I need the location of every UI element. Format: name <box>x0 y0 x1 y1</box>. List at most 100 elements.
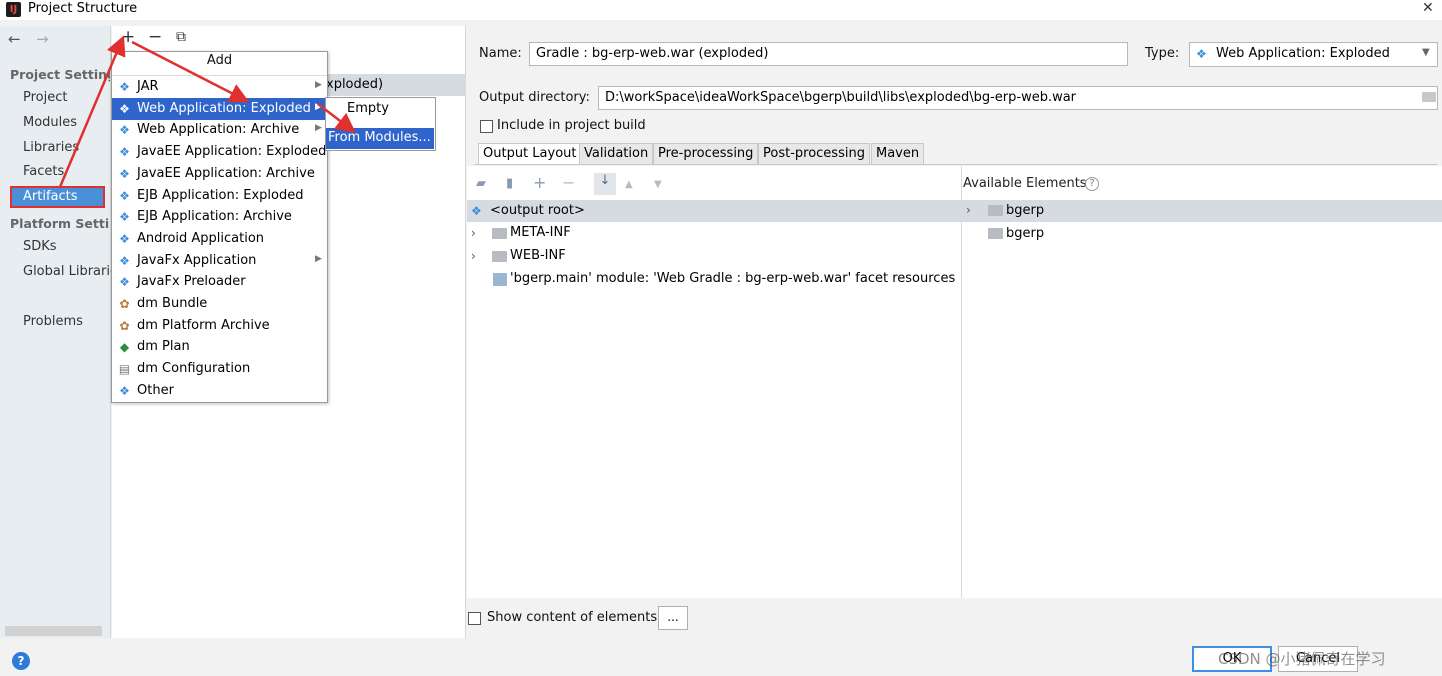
move-up-icon[interactable]: ▲ <box>625 179 633 190</box>
menu-item-label: dm Platform Archive <box>137 317 270 333</box>
available-item-bgerp-module[interactable]: bgerp <box>1006 203 1044 218</box>
browse-folder-icon[interactable] <box>1422 92 1436 102</box>
tree-item-output-root[interactable]: <output root> <box>490 203 585 218</box>
output-directory-input[interactable]: D:\workSpace\ideaWorkSpace\bgerp\build\l… <box>598 86 1438 110</box>
submenu-item-from-modules[interactable]: From Modules... <box>326 128 434 149</box>
folder-icon <box>492 251 507 262</box>
tab-output-layout[interactable]: Output Layout <box>478 143 582 165</box>
sort-elements-icon[interactable]: ↓ <box>594 173 616 195</box>
menu-item-android-application[interactable]: ❖ Android Application <box>112 228 327 250</box>
artifact-list-item-label: xploded) <box>326 77 384 92</box>
expand-arrow-icon[interactable]: › <box>966 203 971 217</box>
chevron-down-icon[interactable]: ▼ <box>1422 47 1430 58</box>
nav-item-global-libraries[interactable]: Global Libraries <box>23 264 111 279</box>
remove-artifact-button[interactable]: − <box>148 27 162 47</box>
menu-item-dm-configuration[interactable]: ▤ dm Configuration <box>112 358 327 380</box>
help-button[interactable]: ? <box>12 652 30 670</box>
artifact-name-input[interactable]: Gradle : bg-erp-web.war (exploded) <box>529 42 1128 66</box>
diamond-icon: ❖ <box>119 80 130 94</box>
menu-item-label: Android Application <box>137 230 265 246</box>
nav-item-modules[interactable]: Modules <box>23 115 77 130</box>
copy-artifact-button[interactable]: ⧉ <box>176 27 186 47</box>
javaee-icon: ❖ <box>119 145 130 160</box>
javaee-icon: ❖ <box>119 166 130 181</box>
expand-arrow-icon[interactable]: › <box>471 249 476 263</box>
menu-item-web-application-archive[interactable]: ❖ Web Application: Archive ▶ <box>112 119 327 141</box>
include-in-build-checkbox[interactable] <box>480 120 493 133</box>
submenu-arrow-icon: ▶ <box>315 123 322 134</box>
tab-validation[interactable]: Validation <box>579 143 654 165</box>
show-content-options-button[interactable]: ... <box>658 606 688 630</box>
tab-post-processing[interactable]: Post-processing <box>758 143 870 165</box>
platform-settings-header: Platform Settings <box>10 216 110 231</box>
nav-item-artifacts[interactable]: Artifacts <box>23 189 78 204</box>
type-label: Type: <box>1145 46 1180 61</box>
submenu-arrow-icon: ▶ <box>315 80 322 90</box>
web-exploded-icon: ❖ <box>1196 47 1207 61</box>
tree-item-facet-resources[interactable]: 'bgerp.main' module: 'Web Gradle : bg-er… <box>510 271 955 286</box>
move-down-icon[interactable]: ▼ <box>654 179 662 190</box>
menu-item-jar[interactable]: ❖ JAR ▶ <box>112 76 327 98</box>
menu-item-javaee-application-archive[interactable]: ❖ JavaEE Application: Archive <box>112 163 327 185</box>
nav-item-problems[interactable]: Problems <box>23 314 83 329</box>
menu-item-label: dm Plan <box>137 339 190 355</box>
expand-arrow-icon[interactable]: › <box>471 226 476 240</box>
menu-item-ejb-application-archive[interactable]: ❖ EJB Application: Archive <box>112 206 327 228</box>
back-arrow-icon[interactable]: ← <box>8 30 21 48</box>
menu-item-javaee-application-exploded[interactable]: ❖ JavaEE Application: Exploded <box>112 141 327 163</box>
menu-item-javafx-preloader[interactable]: ❖ JavaFx Preloader <box>112 271 327 293</box>
nav-item-sdks[interactable]: SDKs <box>23 239 57 254</box>
android-icon: ❖ <box>119 231 130 246</box>
diamond-icon: ❖ <box>119 123 130 138</box>
platform-archive-icon: ✿ <box>119 318 130 333</box>
javafx-icon: ❖ <box>119 275 130 290</box>
window-title: Project Structure <box>28 1 138 16</box>
menu-item-label: Web Application: Archive <box>137 122 300 138</box>
project-settings-header: Project Settings <box>10 67 110 82</box>
menu-item-label: JavaFx Preloader <box>137 274 246 290</box>
horizontal-scrollbar[interactable] <box>5 626 102 636</box>
layout-divider[interactable] <box>961 166 962 598</box>
menu-item-dm-plan[interactable]: ◆ dm Plan <box>112 336 327 358</box>
menu-item-ejb-application-exploded[interactable]: ❖ EJB Application: Exploded <box>112 185 327 207</box>
nav-item-project[interactable]: Project <box>23 90 67 105</box>
menu-item-javafx-application[interactable]: ❖ JavaFx Application ▶ <box>112 250 327 272</box>
module-output-icon <box>988 228 1003 239</box>
submenu-item-empty[interactable]: Empty <box>347 101 389 116</box>
tree-item-meta-inf[interactable]: META-INF <box>510 225 571 240</box>
title-bar <box>0 0 1442 20</box>
module-folder-icon <box>988 205 1003 216</box>
include-in-build-label: Include in project build <box>497 118 646 133</box>
tabs-baseline <box>474 164 1438 165</box>
add-copy-of-icon[interactable]: + <box>533 173 546 192</box>
new-directory-icon[interactable]: ▰ <box>476 176 486 191</box>
menu-item-dm-bundle[interactable]: ✿ dm Bundle <box>112 293 327 315</box>
submenu-arrow-icon: ▶ <box>315 101 322 112</box>
menu-item-label: EJB Application: Archive <box>137 209 292 225</box>
forward-arrow-icon[interactable]: → <box>36 30 49 48</box>
available-item-bgerp-output[interactable]: bgerp <box>1006 226 1044 241</box>
close-icon[interactable]: ✕ <box>1422 0 1434 16</box>
add-artifact-button[interactable]: + <box>121 27 135 47</box>
popup-title: Add <box>206 53 233 68</box>
nav-item-facets[interactable]: Facets <box>23 164 64 179</box>
remove-element-icon[interactable]: − <box>562 173 575 192</box>
nav-item-libraries[interactable]: Libraries <box>23 140 79 155</box>
show-content-checkbox[interactable] <box>468 612 481 625</box>
menu-item-other[interactable]: ❖ Other <box>112 380 327 402</box>
output-root-icon: ❖ <box>471 204 482 218</box>
intellij-app-icon: IJ <box>6 2 21 17</box>
csdn-watermark: CSDN @小猪佩奇在学习 <box>1218 650 1386 668</box>
help-question-icon[interactable]: ? <box>1085 177 1099 191</box>
menu-item-web-application-exploded[interactable]: ❖ Web Application: Exploded ▶ <box>112 97 327 120</box>
tab-maven[interactable]: Maven <box>871 143 925 165</box>
output-layout-area <box>467 166 1442 598</box>
menu-item-label: dm Bundle <box>137 296 208 311</box>
tree-item-web-inf[interactable]: WEB-INF <box>510 248 566 263</box>
new-archive-icon[interactable]: ▮ <box>506 176 513 191</box>
menu-item-label: EJB Application: Exploded <box>137 187 304 203</box>
bundle-icon: ✿ <box>119 297 130 311</box>
menu-item-dm-platform-archive[interactable]: ✿ dm Platform Archive <box>112 315 327 337</box>
folder-icon <box>492 228 507 239</box>
tab-pre-processing[interactable]: Pre-processing <box>653 143 759 165</box>
